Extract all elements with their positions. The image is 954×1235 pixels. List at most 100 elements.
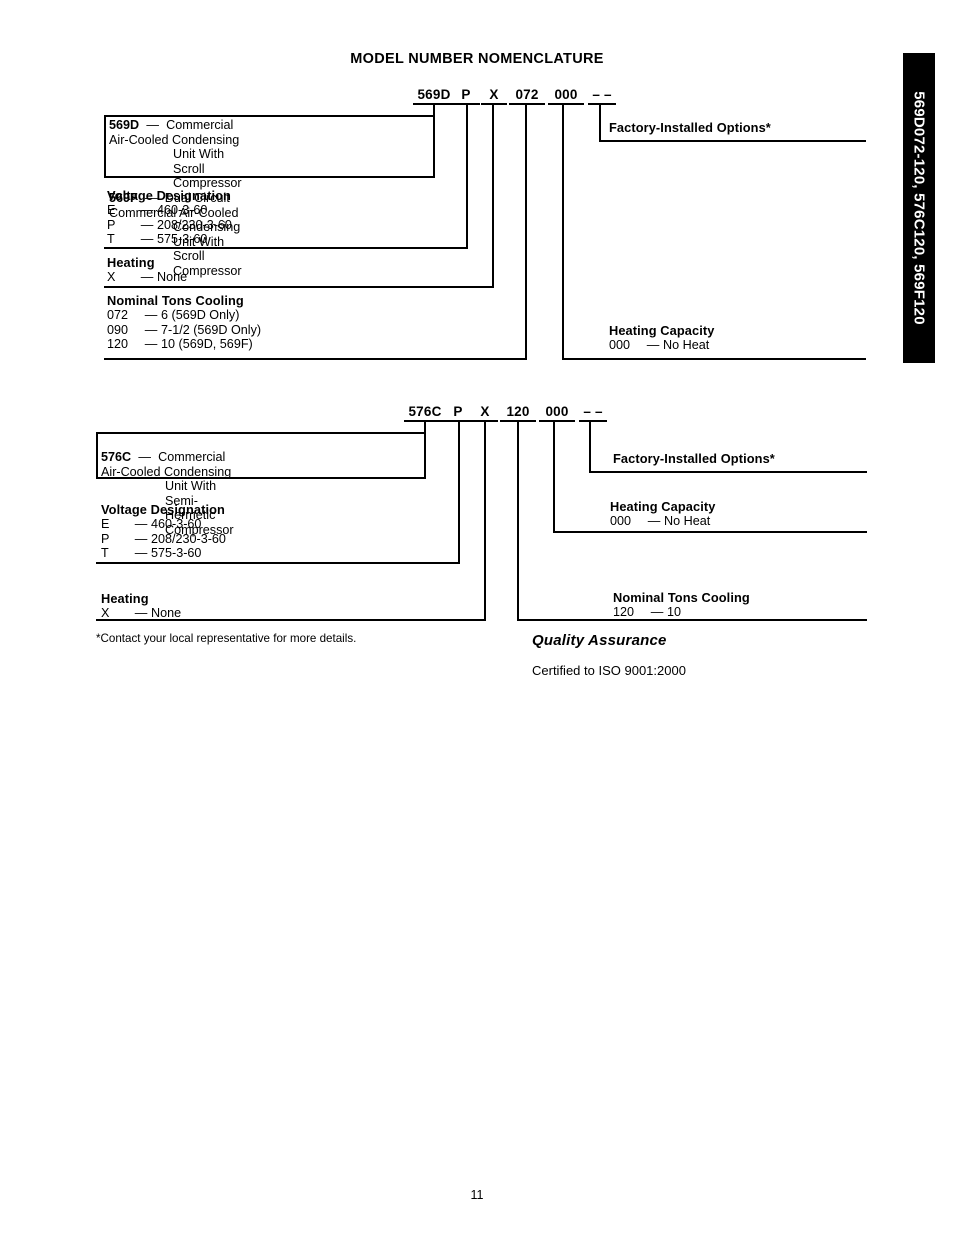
- voltage-value-569-1: 208/230-3-60: [157, 217, 232, 232]
- heat-capacity-code-569-0: 000: [609, 338, 631, 352]
- side-tab-label: 569D072-120, 576C120, 569F120: [910, 91, 928, 325]
- heat-capacity-dash-576-0: —: [647, 514, 661, 528]
- voltage-code-569-2: T: [107, 232, 115, 247]
- tons-code-576-0: 120: [613, 605, 635, 619]
- voltage-row-576-0: E —460-3-60: [101, 517, 226, 532]
- heat-capacity-code-576-0: 000: [610, 514, 632, 528]
- voltage-dash-576-2: —: [134, 546, 148, 561]
- voltage-row-576-2: T —575-3-60: [101, 546, 226, 561]
- heat-capacity-dash-569-0: —: [646, 338, 660, 352]
- leader-vline-heating-576: [484, 421, 486, 620]
- leader-hline-tons-569: [104, 358, 527, 360]
- label-voltage-569: Voltage Designation E —460-3-60 P —208/230…: [107, 188, 232, 247]
- label-voltage-title-576: Voltage Designation: [101, 502, 225, 517]
- leader-vline-factory-options-576: [589, 421, 591, 473]
- tons-dash-569-1: —: [144, 322, 158, 337]
- code-segment-heat-capacity-569: 000: [548, 87, 584, 105]
- leader-hline-heat-capacity-569: [562, 358, 866, 360]
- tons-row-576-0: 120 —10: [613, 605, 750, 620]
- code-segment-tons-576: 120: [500, 404, 536, 422]
- leader-box-top-model-576: [96, 432, 426, 434]
- heating-value-576-0: None: [151, 606, 182, 620]
- code-segment-factory-options-569: – –: [588, 87, 616, 105]
- voltage-row-569-2: T —575-3-60: [107, 232, 232, 247]
- label-voltage-title-569: Voltage Designation: [107, 188, 231, 203]
- voltage-value-576-1: 208/230-3-60: [151, 531, 226, 546]
- voltage-dash-569-2: —: [140, 232, 154, 247]
- label-tons-569: Nominal Tons Cooling 072—6 (569D Only) 0…: [107, 293, 261, 352]
- page-title: MODEL NUMBER NOMENCLATURE: [350, 51, 604, 67]
- voltage-code-569-1: P: [107, 217, 116, 232]
- footnote: *Contact your local representative for m…: [96, 632, 357, 645]
- code-segment-voltage-569: P: [452, 87, 480, 105]
- heating-dash-576-0: —: [134, 606, 148, 620]
- heat-capacity-value-576-0: No Heat: [664, 514, 711, 528]
- heating-dash-569-0: —: [140, 270, 154, 284]
- heating-code-569-0: X: [107, 270, 116, 284]
- label-heating-576: Heating X — None: [101, 591, 181, 621]
- model-desc-569d-line2: Unit With Scroll Compressor: [173, 147, 242, 191]
- label-tons-576: Nominal Tons Cooling 120 —10: [613, 590, 750, 620]
- tons-dash-569-2: —: [144, 337, 158, 352]
- heating-value-569-0: None: [157, 270, 188, 284]
- voltage-value-576-0: 460-3-60: [151, 517, 202, 531]
- label-tons-title-576: Nominal Tons Cooling: [613, 590, 750, 605]
- leader-vline-heating-569: [492, 104, 494, 288]
- label-factory-options-title-569: Factory-Installed Options*: [609, 120, 771, 135]
- leader-box-left-model-576: [96, 432, 98, 478]
- tons-value-569-0: 6 (569D Only): [161, 308, 240, 322]
- leader-hline-heat-capacity-576: [553, 531, 867, 533]
- heating-code-576-0: X: [101, 606, 110, 620]
- label-voltage-576: Voltage Designation E —460-3-60 P —208/230…: [101, 502, 226, 561]
- dash-576c: —: [138, 450, 151, 464]
- voltage-row-569-1: P —208/230-3-60: [107, 218, 232, 233]
- label-factory-options-576: Factory-Installed Options*: [613, 451, 775, 466]
- leader-vline-heat-capacity-576: [553, 421, 555, 533]
- dash-569d: —: [146, 118, 159, 132]
- quality-assurance-text: Certified to ISO 9001:2000: [532, 663, 686, 678]
- voltage-value-569-0: 460-3-60: [157, 203, 208, 217]
- tons-row-569-1: 090 —7-1/2 (569D Only): [107, 323, 261, 338]
- label-tons-title-569: Nominal Tons Cooling: [107, 293, 244, 308]
- label-heating-title-576: Heating: [101, 591, 149, 606]
- label-heat-capacity-title-569: Heating Capacity: [609, 323, 715, 338]
- tons-dash-576-0: —: [650, 605, 664, 619]
- quality-assurance-title: Quality Assurance: [532, 632, 667, 649]
- tons-value-576-0: 10: [667, 605, 682, 619]
- code-segment-voltage-576: P: [444, 404, 472, 422]
- label-heat-capacity-576: Heating Capacity 000 — No Heat: [610, 499, 715, 529]
- heat-capacity-row-576-0: 000 — No Heat: [610, 514, 715, 529]
- heat-capacity-row-569-0: 000 — No Heat: [609, 338, 714, 353]
- model-code-569d: 569D: [109, 118, 140, 132]
- code-segment-tons-569: 072: [509, 87, 545, 105]
- leader-vline-factory-options-569: [599, 104, 601, 142]
- voltage-dash-576-1: —: [134, 531, 148, 546]
- tons-code-569-2: 120: [107, 337, 129, 352]
- leader-vline-tons-576: [517, 421, 519, 620]
- code-segment-heating-569: X: [481, 87, 507, 105]
- tons-row-569-2: 120 —10 (569D, 569F): [107, 337, 261, 352]
- tons-value-569-2: 10 (569D, 569F): [161, 337, 253, 352]
- label-heating-569: Heating X — None: [107, 255, 187, 285]
- tons-row-569-0: 072 —6 (569D Only): [107, 308, 261, 323]
- label-factory-options-569: Factory-Installed Options*: [609, 120, 771, 135]
- leader-box-top-model-569: [104, 115, 435, 117]
- voltage-row-569-0: E —460-3-60: [107, 203, 232, 218]
- tons-code-569-1: 090: [107, 322, 129, 337]
- voltage-dash-576-0: —: [134, 517, 148, 531]
- tons-dash-569-0: —: [144, 308, 158, 322]
- leader-hline-heating-569: [104, 286, 494, 288]
- voltage-value-576-2: 575-3-60: [151, 546, 202, 561]
- heating-row-569-0: X — None: [107, 270, 187, 285]
- code-segment-factory-options-576: – –: [579, 404, 607, 422]
- voltage-dash-569-1: —: [140, 217, 154, 232]
- voltage-value-569-2: 575-3-60: [157, 232, 208, 247]
- voltage-code-576-0: E: [101, 517, 110, 531]
- label-heat-capacity-title-576: Heating Capacity: [610, 499, 716, 514]
- voltage-code-576-1: P: [101, 531, 110, 546]
- leader-box-left-model-569: [104, 115, 106, 177]
- tons-code-569-0: 072: [107, 308, 129, 322]
- label-heating-title-569: Heating: [107, 255, 155, 270]
- voltage-code-569-0: E: [107, 203, 116, 217]
- side-tab: 569D072-120, 576C120, 569F120: [903, 53, 935, 363]
